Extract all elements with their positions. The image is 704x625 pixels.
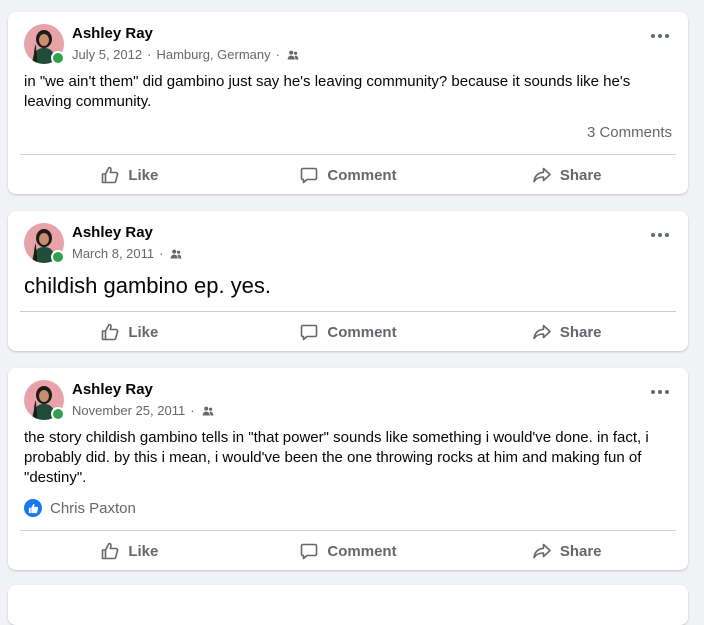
post-card [8,585,688,625]
post-card: Ashley Ray November 25, 2011 · the story… [8,368,688,570]
comment-button[interactable]: Comment [239,314,458,350]
share-icon [533,167,551,183]
reaction-names[interactable]: Chris Paxton [50,500,136,517]
post-location[interactable]: Hamburg, Germany [156,47,270,62]
friends-icon[interactable] [287,49,299,61]
post-card: Ashley Ray July 5, 2012 · Hamburg, Germa… [8,12,688,194]
comment-button[interactable]: Comment [239,157,458,193]
avatar[interactable] [24,223,65,264]
thumbs-up-icon [102,166,119,184]
post-header: Ashley Ray November 25, 2011 · [24,380,672,421]
post-meta: July 5, 2012 · Hamburg, Germany · [72,47,299,62]
thumbs-up-icon [102,323,119,341]
divider [20,530,676,531]
post-actions: Like Comment Share [20,533,676,569]
comment-button[interactable]: Comment [239,533,458,569]
post-actions: Like Comment Share [20,314,676,350]
post-text: the story childish gambino tells in "tha… [24,429,649,486]
divider [20,311,676,312]
divider [20,154,676,155]
thumbs-up-icon [102,542,119,560]
online-status-dot [51,250,65,264]
comment-icon [301,167,318,184]
more-options-icon[interactable] [648,227,672,243]
comment-icon [301,543,318,560]
comment-icon [301,324,318,341]
post-header: Ashley Ray March 8, 2011 · [24,223,672,264]
post-card: Ashley Ray March 8, 2011 · childish gamb… [8,211,688,351]
like-label: Like [128,542,159,560]
online-status-dot [51,51,65,65]
comments-count[interactable]: 3 Comments [587,124,672,141]
online-status-dot [51,407,65,421]
share-button[interactable]: Share [457,314,676,350]
post-date[interactable]: July 5, 2012 [72,47,142,62]
comment-label: Comment [327,166,397,184]
share-label: Share [559,166,602,184]
post-meta: November 25, 2011 · [72,403,214,418]
comment-label: Comment [327,323,397,341]
post-text: in "we ain't them" did gambino just say … [24,73,631,110]
avatar[interactable] [24,380,65,421]
share-label: Share [559,323,602,341]
post-actions: Like Comment Share [20,157,676,193]
author-name[interactable]: Ashley Ray [72,25,153,42]
like-label: Like [128,166,159,184]
post-header: Ashley Ray July 5, 2012 · Hamburg, Germa… [24,24,672,65]
like-label: Like [128,323,159,341]
post-date[interactable]: March 8, 2011 [72,246,154,261]
like-button[interactable]: Like [20,157,239,193]
more-options-icon[interactable] [648,384,672,400]
share-button[interactable]: Share [457,533,676,569]
avatar[interactable] [24,24,65,65]
post-date[interactable]: November 25, 2011 [72,403,185,418]
post-text: childish gambino ep. yes. [24,273,272,298]
friends-icon[interactable] [202,405,214,417]
author-name[interactable]: Ashley Ray [72,224,153,241]
like-reaction-icon [24,499,42,517]
author-name[interactable]: Ashley Ray [72,381,153,398]
more-options-icon[interactable] [648,28,672,44]
like-button[interactable]: Like [20,533,239,569]
share-label: Share [559,542,602,560]
friends-icon[interactable] [170,248,182,260]
share-button[interactable]: Share [457,157,676,193]
post-meta: March 8, 2011 · [72,246,182,261]
comment-label: Comment [327,542,397,560]
share-icon [533,543,551,559]
reactions-summary[interactable]: Chris Paxton [24,498,136,518]
share-icon [533,324,551,340]
like-button[interactable]: Like [20,314,239,350]
